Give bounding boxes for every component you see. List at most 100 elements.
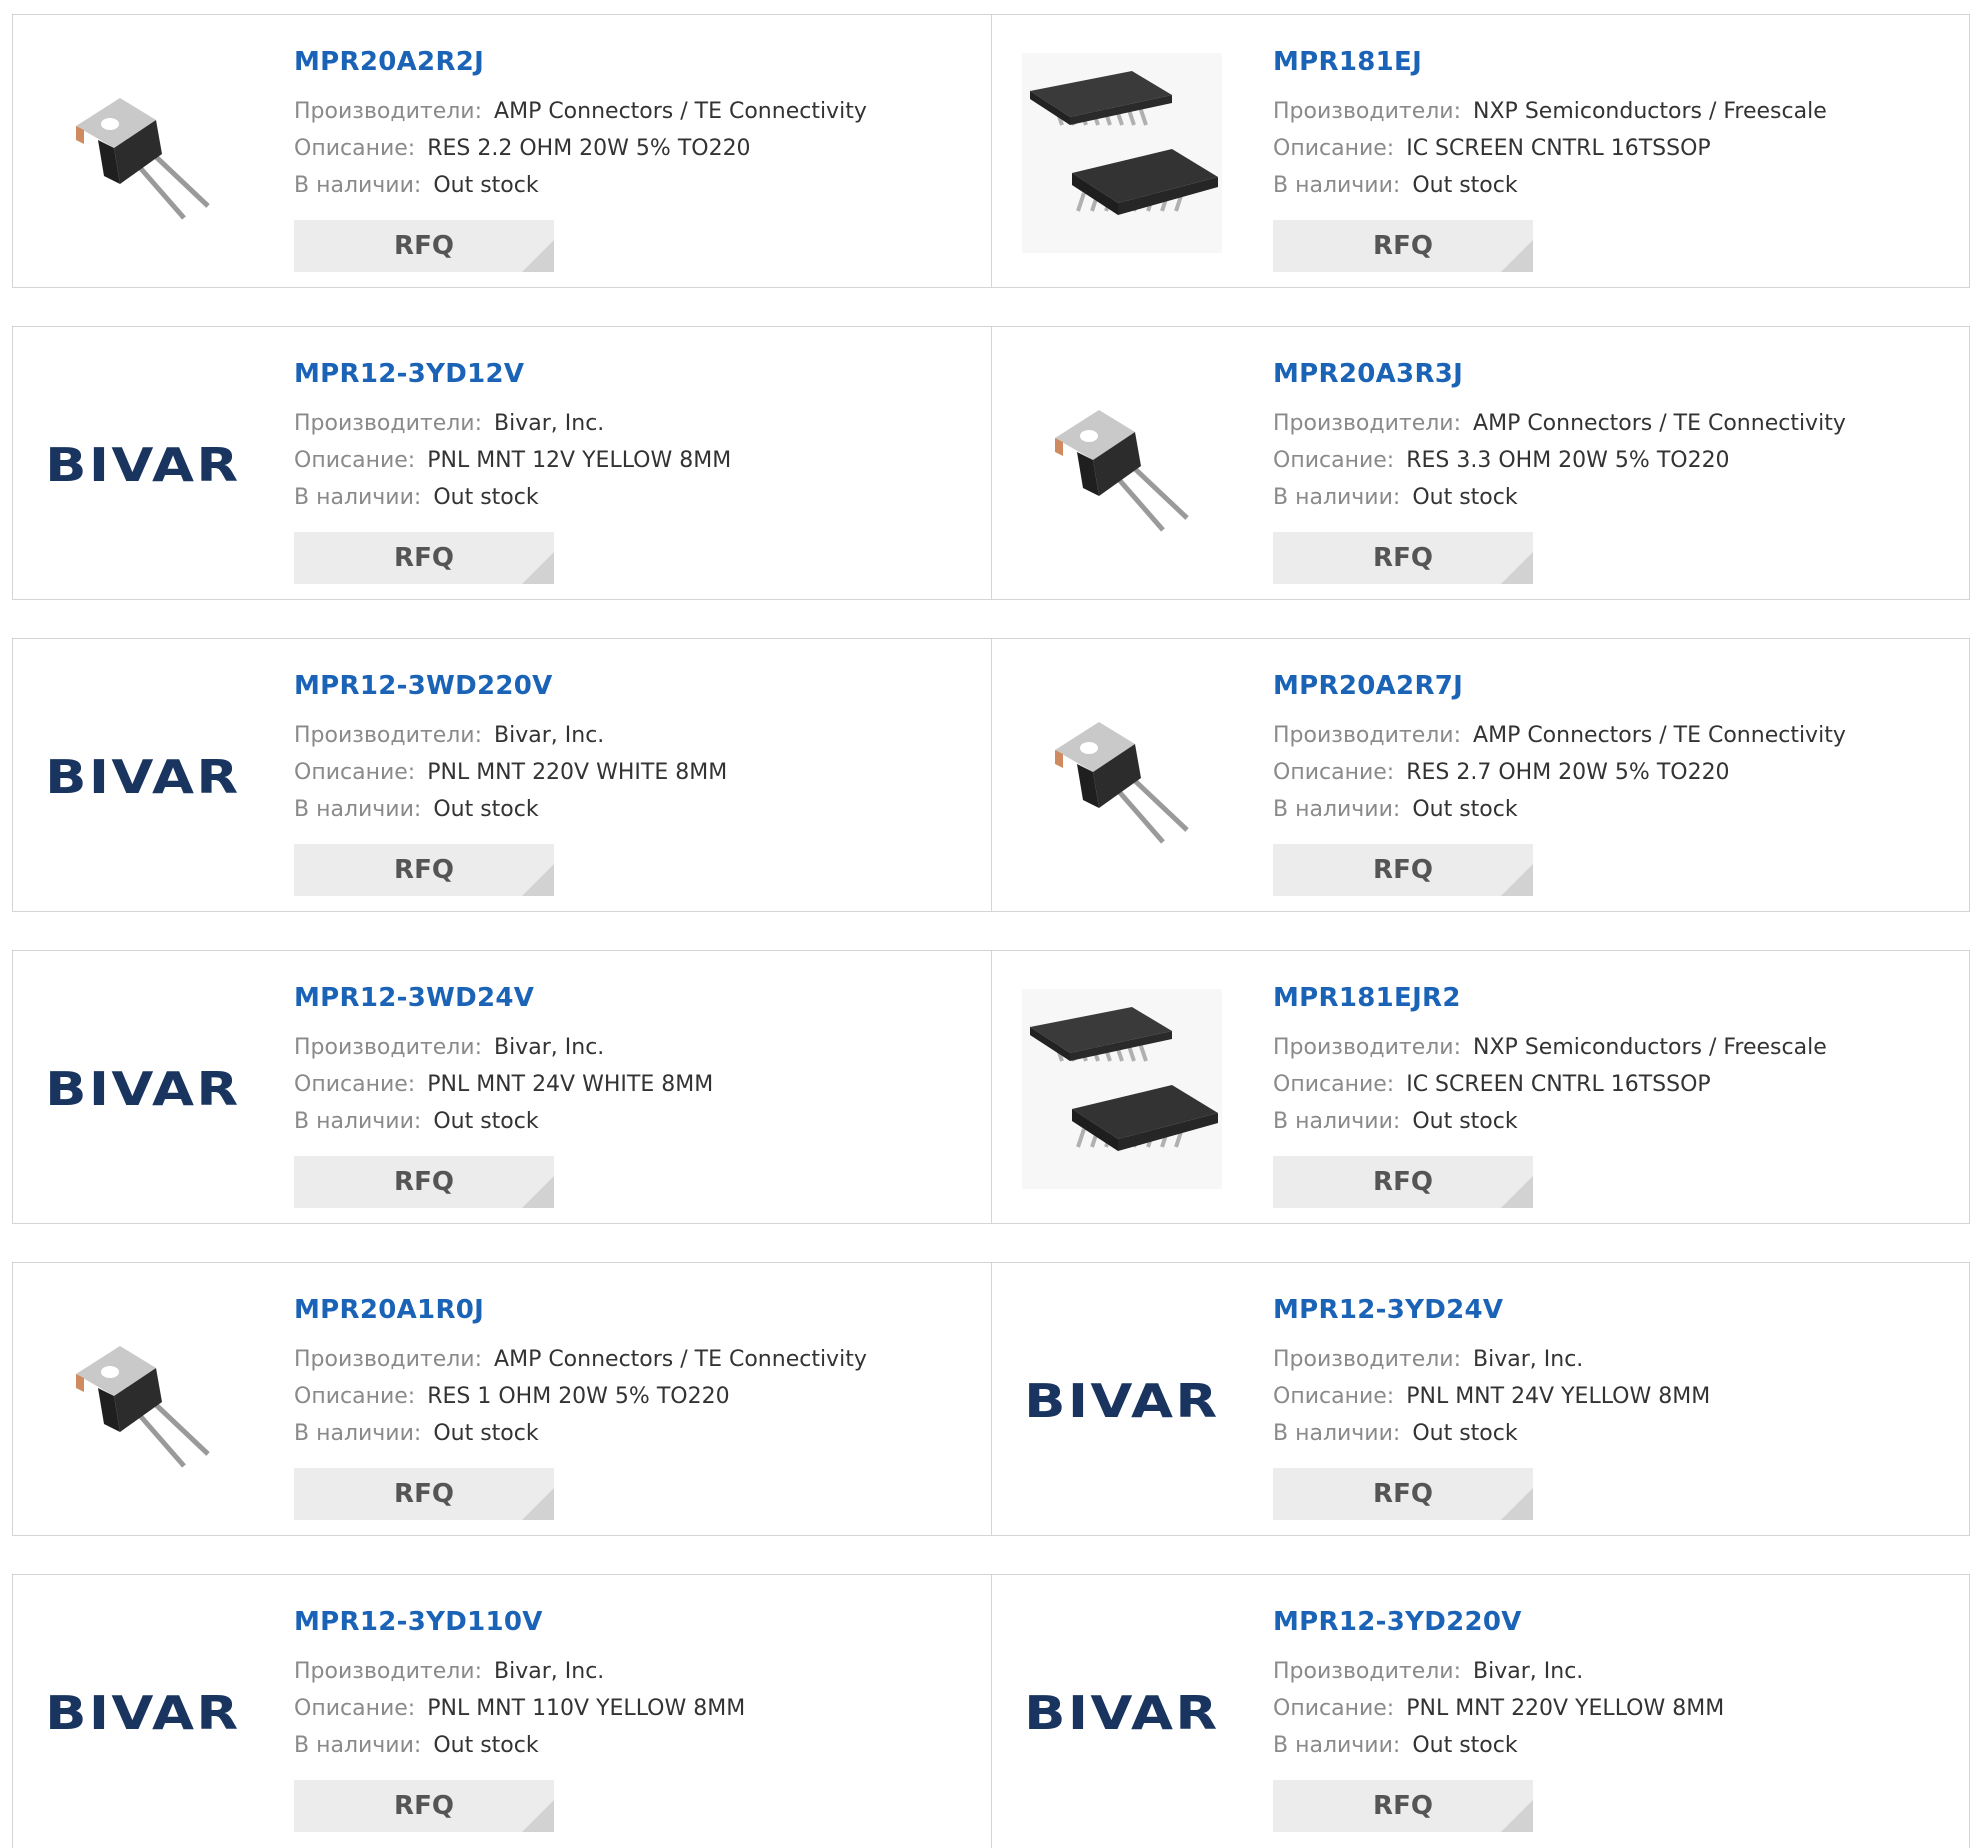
part-number-link[interactable]: MPR20A2R2J [294,45,867,79]
product-row: BIVAR MPR12-3YD12V Производители: Bivar, … [12,326,1970,600]
manufacturer-value: NXP Semiconductors / Freescale [1473,1035,1827,1060]
rfq-button[interactable]: RFQ [294,220,554,272]
stock-row: В наличии: Out stock [294,1103,713,1140]
bivar-logo-text: BIVAR [45,1062,241,1116]
manufacturer-value: Bivar, Inc. [494,411,605,436]
part-number-link[interactable]: MPR12-3YD220V [1273,1605,1724,1639]
rfq-button[interactable]: RFQ [294,1468,554,1520]
stock-label: В наличии: [294,1421,422,1446]
stock-label: В наличии: [294,485,422,510]
manufacturer-value: AMP Connectors / TE Connectivity [494,1347,867,1372]
bivar-logo-text: BIVAR [45,1686,241,1740]
bivar-logo-text: BIVAR [45,438,241,492]
stock-row: В наличии: Out stock [294,479,731,516]
manufacturer-label: Производители: [1273,99,1462,124]
rfq-button[interactable]: RFQ [1273,532,1533,584]
to220-resistor-image[interactable] [1022,365,1222,565]
product-card: BIVAR MPR12-3YD24V Производители: Bivar, … [991,1263,1969,1535]
description-row: Описание: PNL MNT 110V YELLOW 8MM [294,1690,745,1727]
description-label: Описание: [294,1384,416,1409]
rfq-label: RFQ [1373,1479,1433,1509]
product-card: MPR181EJ Производители: NXP Semiconductor… [991,15,1969,287]
manufacturer-row: Производители: AMP Connectors / TE Connec… [294,1341,867,1378]
part-number-link[interactable]: MPR12-3YD24V [1273,1293,1710,1327]
manufacturer-row: Производители: AMP Connectors / TE Connec… [294,93,867,130]
to220-resistor-image[interactable] [43,53,243,253]
product-row: MPR20A2R2J Производители: AMP Connectors … [12,14,1970,288]
bivar-logo-text: BIVAR [1024,1374,1220,1428]
manufacturer-row: Производители: AMP Connectors / TE Connec… [1273,717,1846,754]
rfq-button[interactable]: RFQ [294,1156,554,1208]
manufacturer-row: Производители: Bivar, Inc. [1273,1653,1724,1690]
bivar-logo[interactable]: BIVAR [1022,1301,1222,1501]
manufacturer-row: Производители: Bivar, Inc. [1273,1341,1710,1378]
part-number-link[interactable]: MPR181EJ [1273,45,1827,79]
bivar-logo[interactable]: BIVAR [43,989,243,1189]
description-value: PNL MNT 110V YELLOW 8MM [427,1696,746,1721]
description-value: RES 3.3 OHM 20W 5% TO220 [1406,448,1730,473]
to220-resistor-image[interactable] [1022,677,1222,877]
stock-value: Out stock [433,797,539,822]
manufacturer-label: Производители: [294,99,483,124]
to220-resistor-image[interactable] [43,1301,243,1501]
rfq-button[interactable]: RFQ [1273,1156,1533,1208]
description-row: Описание: PNL MNT 220V WHITE 8MM [294,754,727,791]
part-number-link[interactable]: MPR12-3WD24V [294,981,713,1015]
stock-label: В наличии: [1273,485,1401,510]
corner-triangle-icon [1501,1176,1533,1208]
rfq-button[interactable]: RFQ [294,844,554,896]
product-row: BIVAR MPR12-3WD220V Производители: Bivar,… [12,638,1970,912]
manufacturer-label: Производители: [1273,411,1462,436]
part-number-link[interactable]: MPR181EJR2 [1273,981,1827,1015]
description-value: RES 2.7 OHM 20W 5% TO220 [1406,760,1730,785]
manufacturer-value: Bivar, Inc. [494,723,605,748]
bivar-logo[interactable]: BIVAR [43,677,243,877]
stock-value: Out stock [1412,1109,1518,1134]
rfq-button[interactable]: RFQ [1273,1780,1533,1832]
rfq-button[interactable]: RFQ [1273,1468,1533,1520]
tssop-chip-image[interactable] [1022,989,1222,1189]
product-card: MPR181EJR2 Производители: NXP Semiconduct… [991,951,1969,1223]
rfq-label: RFQ [1373,231,1433,261]
manufacturer-value: Bivar, Inc. [1473,1659,1584,1684]
part-number-link[interactable]: MPR12-3WD220V [294,669,727,703]
rfq-label: RFQ [1373,1167,1433,1197]
description-value: PNL MNT 24V YELLOW 8MM [1406,1384,1711,1409]
rfq-label: RFQ [394,543,454,573]
rfq-button[interactable]: RFQ [294,532,554,584]
part-number-link[interactable]: MPR20A2R7J [1273,669,1846,703]
manufacturer-row: Производители: AMP Connectors / TE Connec… [1273,405,1846,442]
part-number-link[interactable]: MPR12-3YD12V [294,357,731,391]
rfq-label: RFQ [394,1479,454,1509]
corner-triangle-icon [522,864,554,896]
bivar-logo[interactable]: BIVAR [43,1613,243,1813]
bivar-logo[interactable]: BIVAR [1022,1613,1222,1813]
description-row: Описание: PNL MNT 220V YELLOW 8MM [1273,1690,1724,1727]
description-label: Описание: [294,448,416,473]
bivar-logo-text: BIVAR [1024,1686,1220,1740]
part-number-link[interactable]: MPR20A3R3J [1273,357,1846,391]
bivar-logo[interactable]: BIVAR [43,365,243,565]
part-number-link[interactable]: MPR20A1R0J [294,1293,867,1327]
stock-label: В наличии: [1273,1733,1401,1758]
rfq-button[interactable]: RFQ [1273,844,1533,896]
corner-triangle-icon [1501,240,1533,272]
stock-row: В наличии: Out stock [294,1415,867,1452]
product-card: MPR20A2R2J Производители: AMP Connectors … [13,15,991,287]
corner-triangle-icon [522,240,554,272]
rfq-button[interactable]: RFQ [1273,220,1533,272]
part-number-link[interactable]: MPR12-3YD110V [294,1605,745,1639]
product-row: MPR20A1R0J Производители: AMP Connectors … [12,1262,1970,1536]
rfq-button[interactable]: RFQ [294,1780,554,1832]
description-row: Описание: PNL MNT 12V YELLOW 8MM [294,442,731,479]
description-row: Описание: PNL MNT 24V YELLOW 8MM [1273,1378,1710,1415]
stock-row: В наличии: Out stock [1273,1727,1724,1764]
corner-triangle-icon [522,1488,554,1520]
tssop-chip-image[interactable] [1022,53,1222,253]
stock-label: В наличии: [294,1733,422,1758]
stock-row: В наличии: Out stock [1273,479,1846,516]
manufacturer-label: Производители: [1273,723,1462,748]
manufacturer-row: Производители: NXP Semiconductors / Frees… [1273,1029,1827,1066]
description-row: Описание: IC SCREEN CNTRL 16TSSOP [1273,1066,1827,1103]
stock-value: Out stock [1412,485,1518,510]
